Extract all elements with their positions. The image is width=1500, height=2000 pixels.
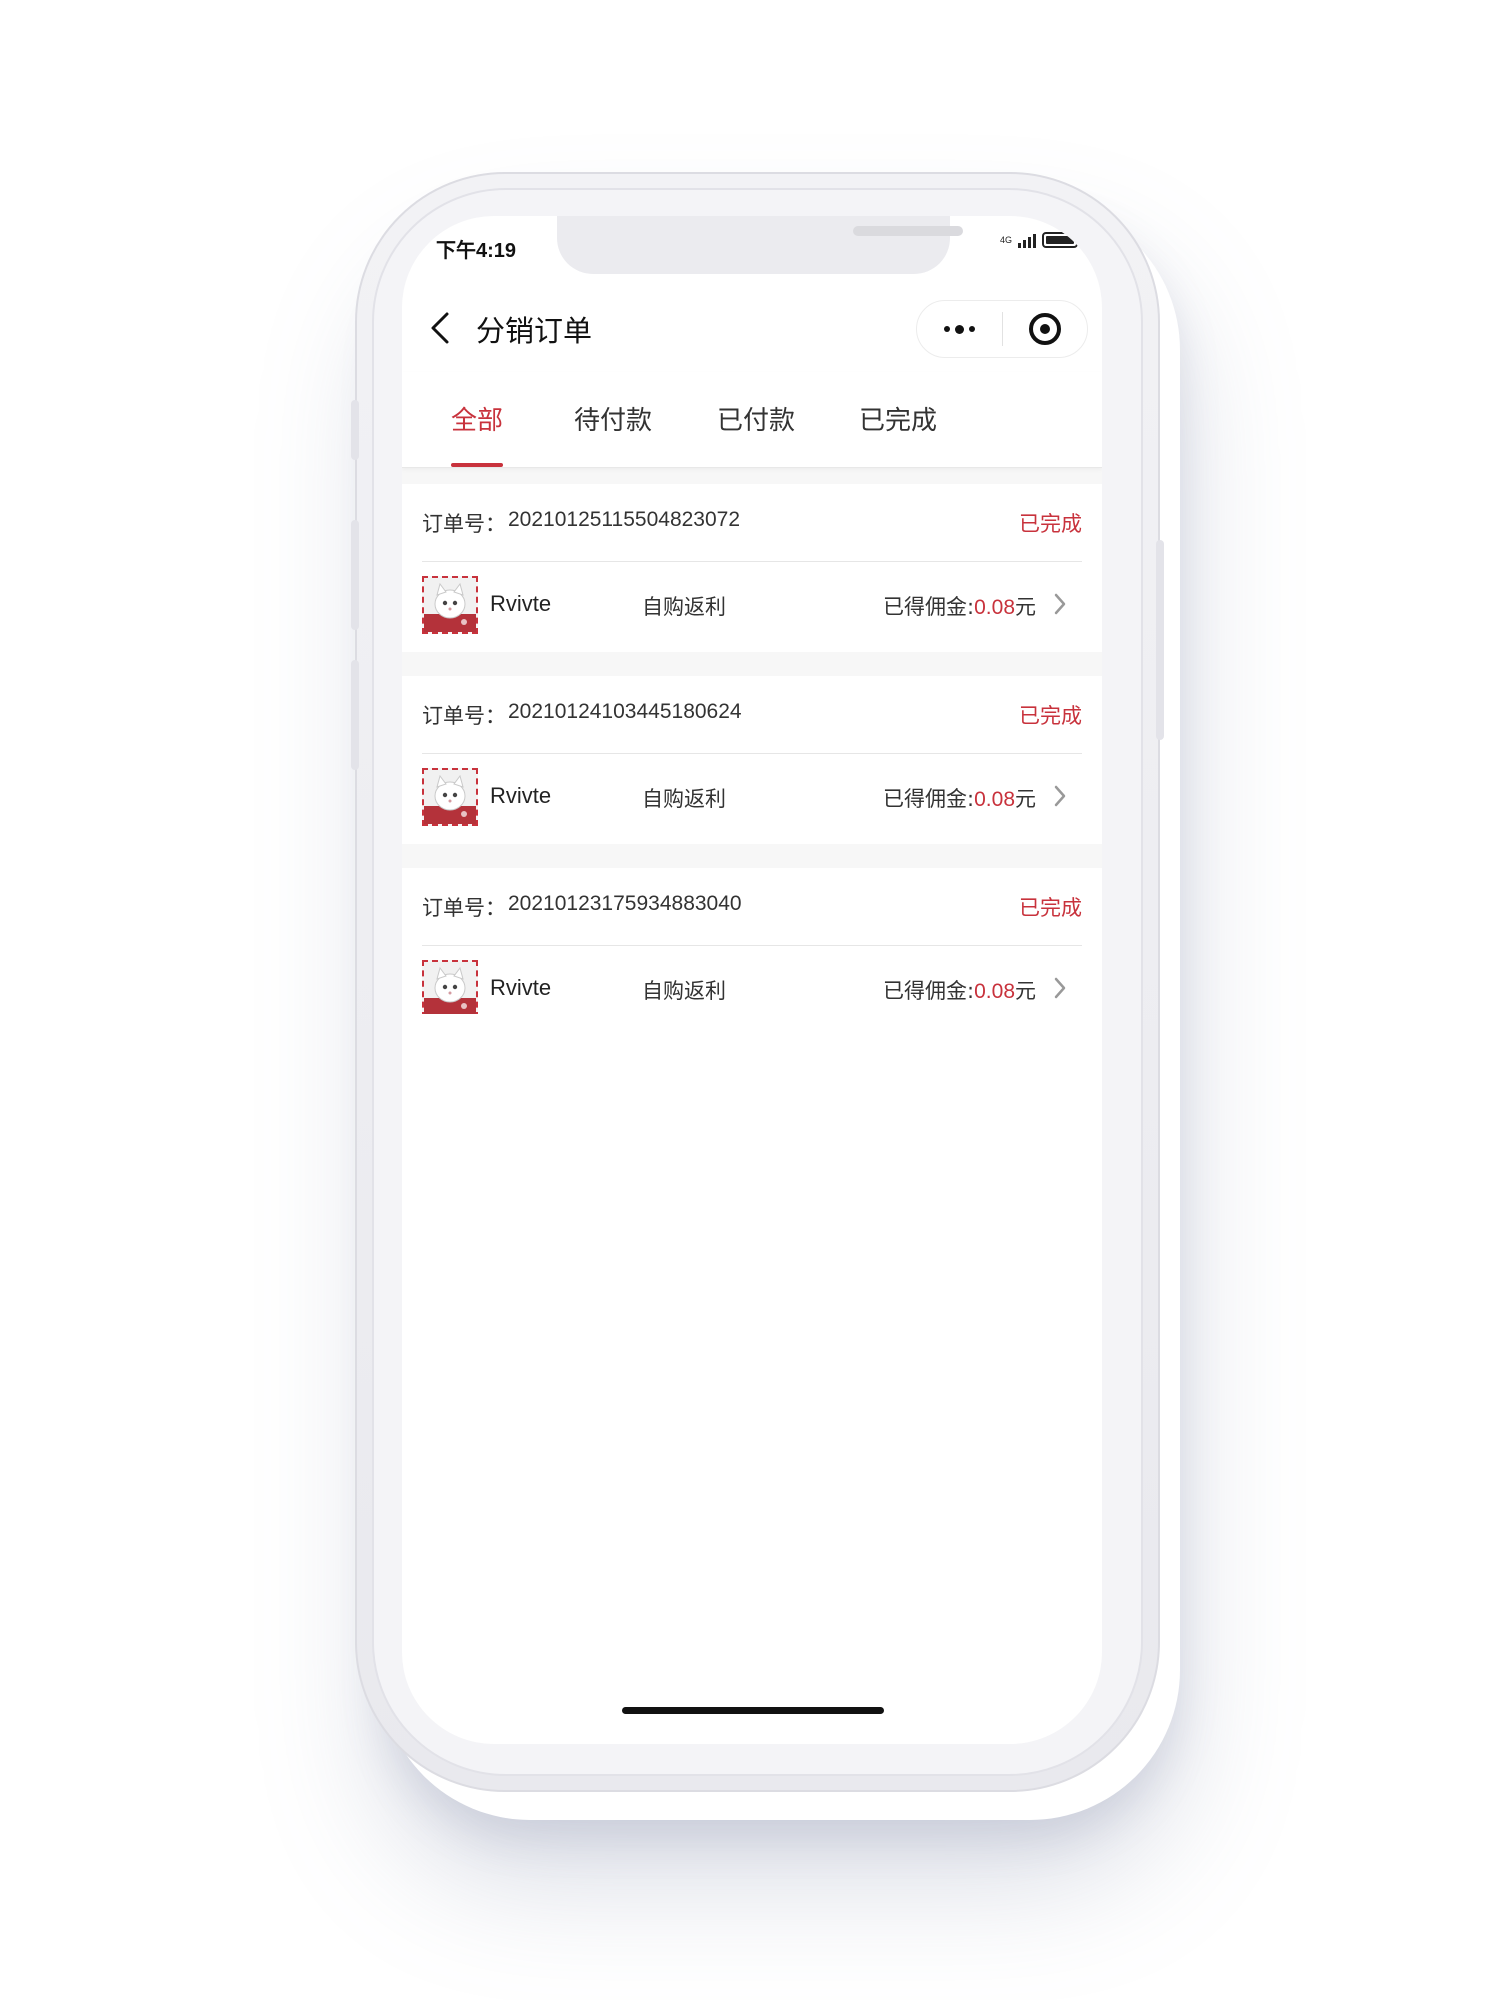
order-type: 自购返利 [642,979,726,1003]
more-dots-icon [944,326,950,332]
commission-label: 已得佣金: [883,787,975,811]
active-tab-indicator [451,463,503,467]
mute-switch [351,400,359,460]
tab-all[interactable]: 全部 [451,400,503,437]
order-row[interactable]: Rvivte 自购返利 已得佣金:0.08元 [422,562,1082,652]
power-button [1156,540,1164,740]
commission-unit: 元 [1015,787,1036,811]
commission-unit: 元 [1015,979,1036,1003]
cat-avatar-image [424,962,476,1016]
commission-amount: 0.08 [974,596,1015,619]
order-row[interactable]: Rvivte 自购返利 已得佣金:0.08元 [422,754,1082,844]
order-header: 订单号： 20210124103445180624 已完成 [422,676,1082,754]
more-button[interactable] [917,301,1002,357]
chevron-right-icon [1050,974,1070,1002]
order-type: 自购返利 [642,595,726,619]
commission: 已得佣金:0.08元 [883,783,1036,813]
empty-area [402,1014,1102,1744]
order-tabs: 全部 待付款 已付款 已完成 [402,372,1102,468]
page-title: 分销订单 [476,314,593,348]
home-indicator[interactable] [622,1707,884,1714]
cat-avatar-image [424,578,476,632]
order-number: 20210125115504823072 [508,508,741,531]
battery-icon [1042,232,1081,248]
commission: 已得佣金:0.08元 [883,975,1036,1005]
avatar [422,768,478,826]
commission-unit: 元 [1015,595,1036,619]
avatar [422,960,478,1018]
phone-screen: 下午4:19 4G 分销订单 全部 待付款 已付款 已完成 订单号： 20210… [402,216,1102,1744]
tab-paid[interactable]: 已付款 [717,400,795,437]
tab-completed[interactable]: 已完成 [859,400,937,437]
order-status: 已完成 [1019,512,1082,536]
status-icons: 4G [999,232,1081,248]
target-circle-icon [1028,313,1061,345]
nav-bar: 分销订单 [402,284,1102,372]
mini-program-capsule [916,300,1088,358]
more-dots-icon [955,324,964,334]
close-button[interactable] [1003,301,1087,357]
avatar [422,576,478,634]
order-status: 已完成 [1019,704,1082,728]
order-card[interactable]: 订单号： 20210125115504823072 已完成 Rvivte 自购返… [402,484,1102,652]
signal-icon [1018,232,1036,248]
network-label: 4G [999,234,1012,245]
order-number-label: 订单号： [422,896,506,920]
chevron-right-icon [1050,590,1070,618]
order-card[interactable]: 订单号： 20210124103445180624 已完成 Rvivte 自购返… [402,676,1102,844]
order-number: 20210123175934883040 [508,892,742,915]
order-status: 已完成 [1019,896,1082,920]
target-dot [1039,324,1050,334]
battery-level [1046,236,1074,244]
back-button[interactable] [422,306,458,350]
order-header: 订单号： 20210125115504823072 已完成 [422,484,1082,562]
volume-up-button [351,520,359,630]
user-name: Rvivte [490,975,552,1000]
chevron-left-icon [431,312,449,344]
user-name: Rvivte [490,783,552,808]
commission-amount: 0.08 [974,788,1015,811]
commission-label: 已得佣金: [883,979,975,1003]
cat-avatar-image [424,770,476,824]
commission-amount: 0.08 [974,980,1015,1003]
order-card[interactable]: 订单号： 20210123175934883040 已完成 Rvivte 自购返… [402,868,1102,1036]
tab-pending-payment[interactable]: 待付款 [574,400,652,437]
chevron-right-icon [1050,782,1070,810]
status-bar: 下午4:19 4G [402,216,1102,284]
order-number: 20210124103445180624 [508,700,742,723]
volume-down-button [351,660,359,770]
order-number-label: 订单号： [422,704,506,728]
status-time: 下午4:19 [436,240,517,262]
notch [557,216,963,274]
user-name: Rvivte [490,591,552,616]
order-header: 订单号： 20210123175934883040 已完成 [422,868,1082,946]
speaker [853,226,963,236]
order-number-label: 订单号： [422,512,506,536]
commission: 已得佣金:0.08元 [883,591,1036,621]
commission-label: 已得佣金: [883,595,975,619]
more-dots-icon [969,326,975,332]
order-type: 自购返利 [642,787,726,811]
